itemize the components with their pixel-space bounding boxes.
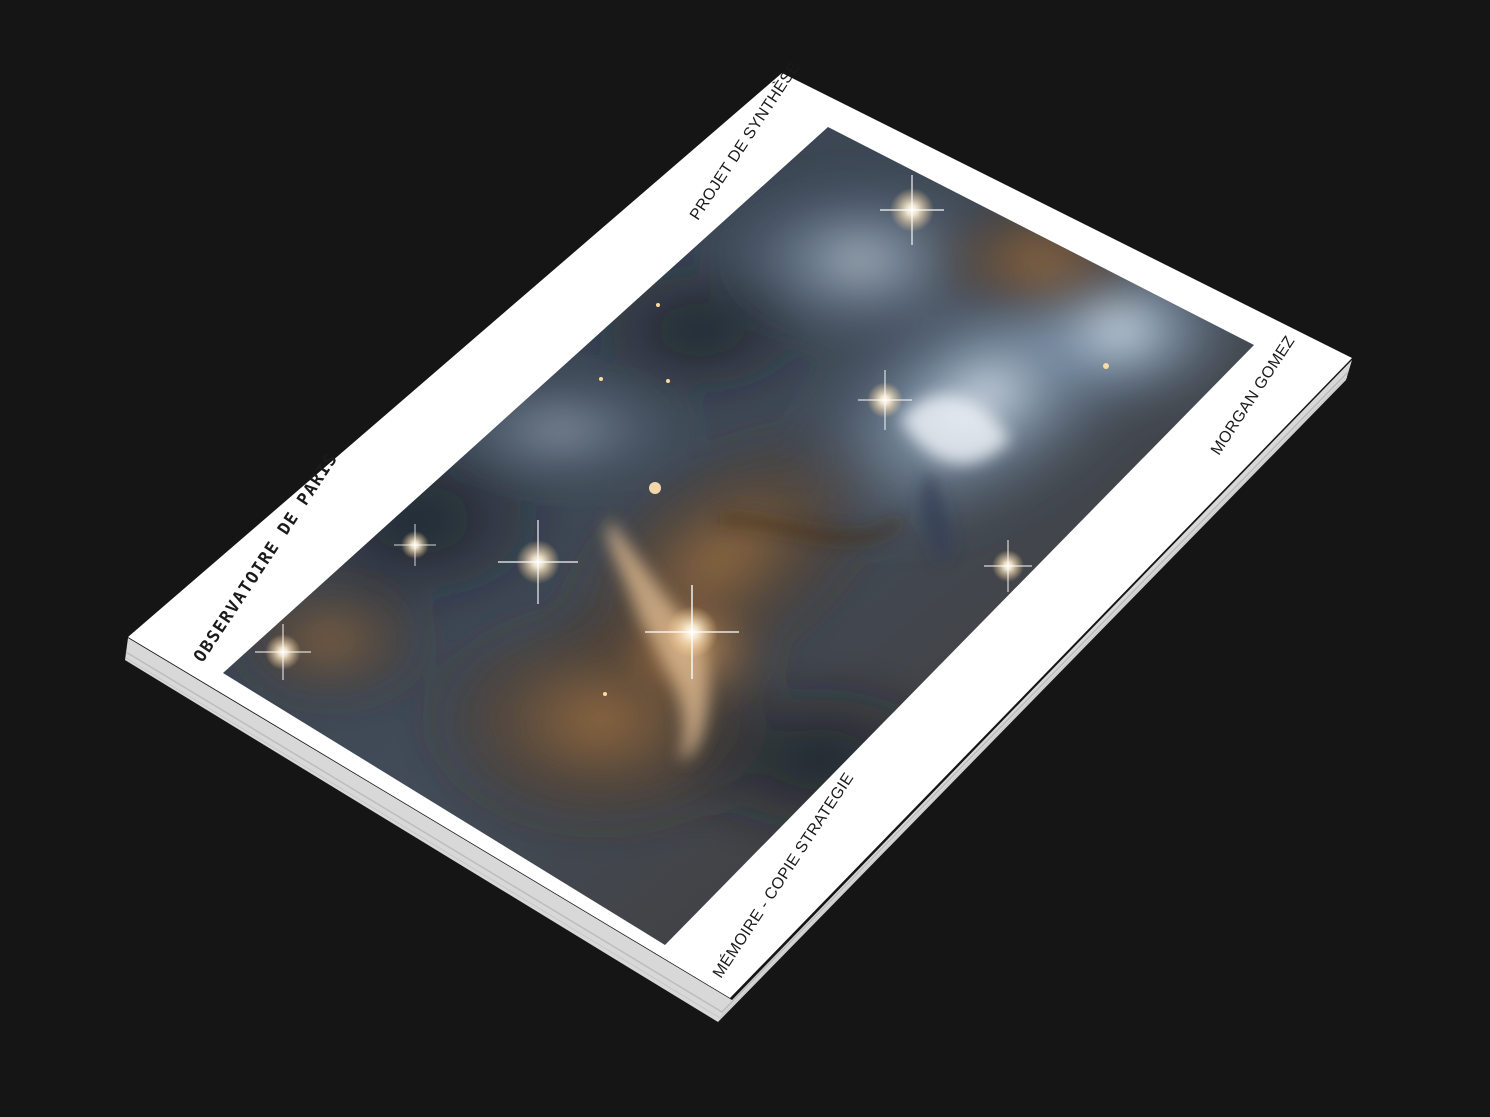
mockup-scene: OBSERVATOIRE DE PARIS PROJET DE SYNTHÈSE… — [0, 0, 1490, 1117]
cover-sheen — [128, 73, 1352, 998]
